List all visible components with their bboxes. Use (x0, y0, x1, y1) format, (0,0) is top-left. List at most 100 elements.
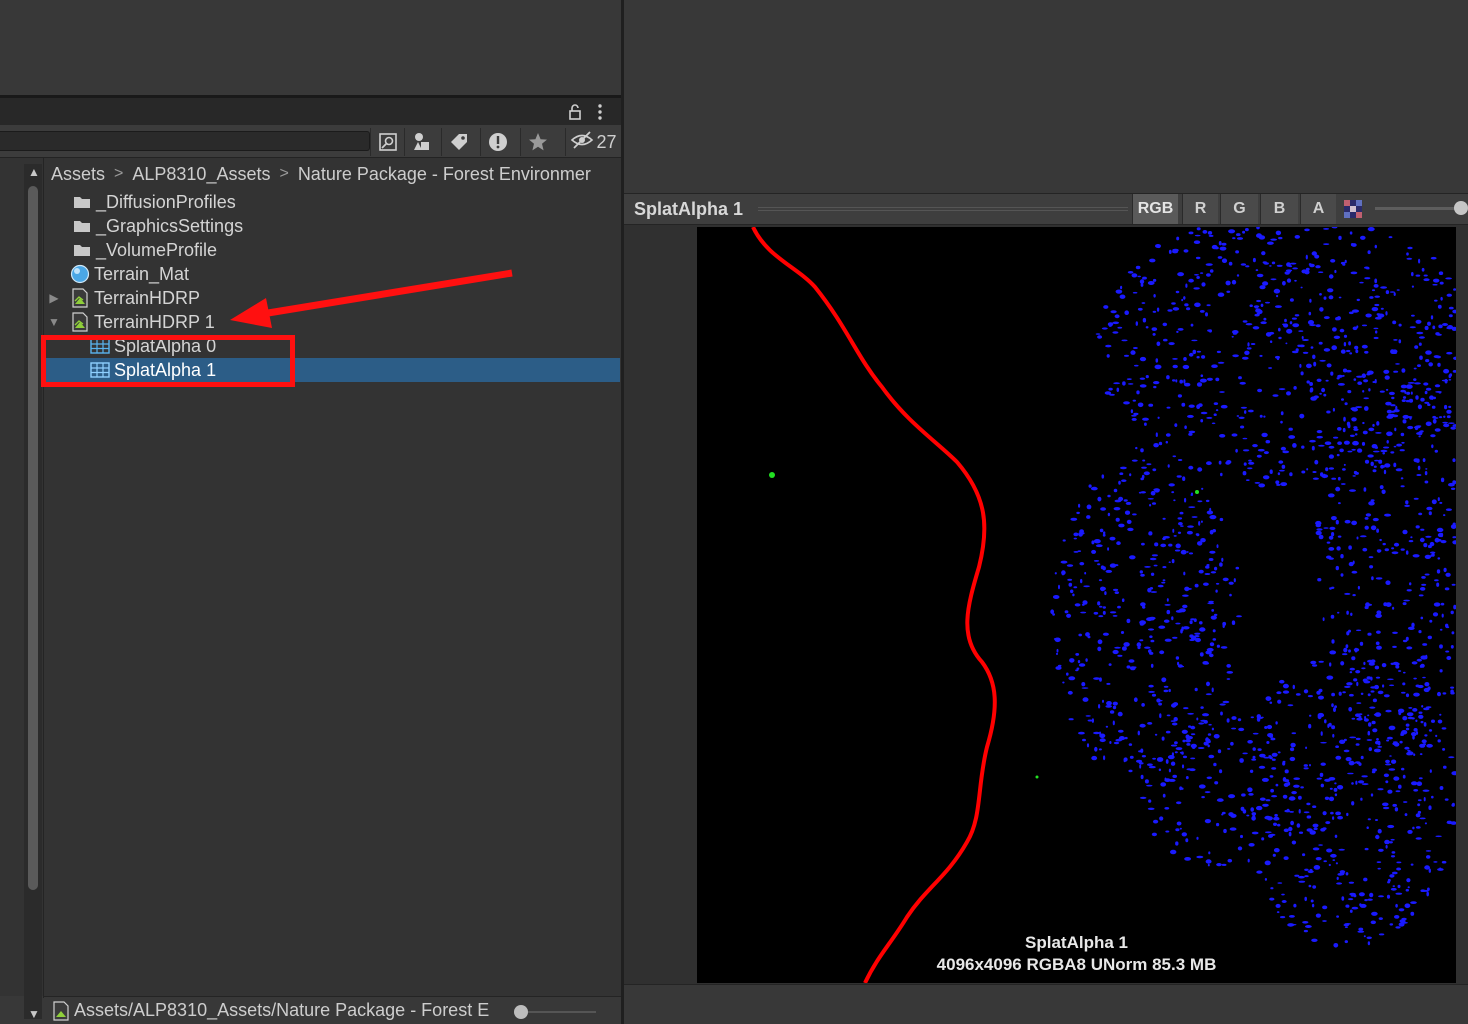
blue-speckle (1149, 557, 1157, 561)
blue-speckle (1393, 370, 1399, 373)
blue-speckle (1205, 499, 1210, 503)
blue-speckle (1348, 898, 1354, 901)
blue-speckle (1235, 250, 1239, 254)
blue-speckle (1393, 292, 1396, 296)
foldout-expanded-icon[interactable]: ▼ (47, 315, 61, 329)
icon-size-slider-knob[interactable] (514, 1005, 528, 1019)
scroll-up-icon[interactable]: ▲ (26, 164, 42, 180)
blue-speckle (1443, 514, 1446, 517)
blue-speckle (1293, 903, 1297, 908)
blue-speckle (1348, 707, 1353, 712)
blue-speckle (1428, 729, 1433, 732)
blue-speckle (1406, 589, 1412, 592)
tree-item-diffusion-profiles[interactable]: _DiffusionProfiles (44, 190, 620, 214)
filter-by-log-button[interactable] (480, 128, 514, 156)
blue-speckle (1197, 747, 1205, 749)
blue-speckle (1411, 314, 1415, 317)
blue-speckle (1409, 326, 1416, 329)
blue-speckle (1186, 768, 1193, 771)
mip-slider-knob[interactable] (1454, 201, 1468, 215)
blue-speckle (1368, 427, 1375, 432)
blue-speckle (1381, 663, 1387, 668)
blue-speckle (1159, 816, 1164, 821)
blue-speckle (1354, 345, 1359, 350)
blue-speckle (1245, 479, 1250, 481)
filter-by-label-button[interactable] (441, 128, 475, 156)
channel-g-button[interactable]: G (1220, 194, 1258, 224)
blue-speckle (1379, 390, 1385, 393)
mip-slider[interactable] (1375, 207, 1461, 210)
blue-speckle (1164, 638, 1172, 642)
blue-speckle (1407, 425, 1414, 430)
blue-speckle (1408, 707, 1413, 709)
blue-speckle (1424, 325, 1429, 331)
blue-speckle (1330, 371, 1334, 376)
channel-a-button[interactable]: A (1300, 194, 1336, 224)
blue-speckle (1367, 693, 1371, 697)
breadcrumb-item-assets[interactable]: Assets (51, 164, 105, 185)
blue-speckle (1168, 483, 1175, 487)
tree-item-terrain-hdrp[interactable]: ▶ TerrainHDRP (44, 286, 620, 310)
blue-speckle (1068, 676, 1076, 681)
blue-speckle (1213, 413, 1217, 416)
blue-speckle (1165, 759, 1169, 764)
blue-speckle (1314, 459, 1319, 465)
tree-item-volume-profile[interactable]: _VolumeProfile (44, 238, 620, 262)
blue-speckle (1425, 535, 1432, 538)
blue-speckle (1423, 382, 1429, 386)
tree-item-terrain-hdrp-1[interactable]: ▼ TerrainHDRP 1 (44, 310, 620, 334)
breadcrumb-item-alp8310[interactable]: ALP8310_Assets (132, 164, 270, 185)
tree-scrollbar-thumb[interactable] (28, 186, 38, 890)
blue-speckle (1267, 241, 1274, 245)
blue-speckle (1364, 350, 1369, 354)
blue-speckle (1062, 681, 1065, 684)
blue-speckle (1404, 903, 1411, 908)
blue-speckle (1318, 444, 1325, 447)
search-input[interactable] (0, 131, 370, 151)
tree-item-graphics-settings[interactable]: _GraphicsSettings (44, 214, 620, 238)
texture-preview[interactable] (697, 227, 1456, 983)
breadcrumb-item-nature-package[interactable]: Nature Package - Forest Environmer (298, 164, 591, 185)
blue-speckle (1242, 471, 1247, 476)
blue-speckle (1419, 355, 1423, 360)
blue-speckle (1387, 878, 1391, 882)
blue-speckle (1206, 304, 1211, 307)
blue-speckle (1213, 734, 1220, 739)
favorites-button[interactable] (520, 128, 554, 156)
preview-drag-handle[interactable] (758, 207, 1128, 211)
blue-speckle (1247, 342, 1250, 347)
tree-item-terrain-mat[interactable]: Terrain_Mat (44, 262, 620, 286)
blue-speckle (1147, 281, 1155, 285)
blue-speckle (1288, 435, 1296, 439)
blue-speckle (1200, 411, 1208, 415)
foldout-collapsed-icon[interactable]: ▶ (47, 291, 61, 305)
mip-level-icon[interactable] (1344, 200, 1362, 218)
blue-speckle (1228, 229, 1236, 234)
blue-speckle (1271, 758, 1276, 761)
lock-icon[interactable] (566, 103, 584, 121)
search-by-type-button[interactable] (370, 128, 404, 156)
scroll-down-icon[interactable]: ▼ (26, 1006, 42, 1022)
blue-speckle (1332, 816, 1335, 820)
blue-speckle (1450, 645, 1454, 649)
blue-speckle (1139, 622, 1144, 626)
more-options-icon[interactable] (592, 103, 608, 121)
channel-b-button[interactable]: B (1260, 194, 1298, 224)
blue-speckle (1118, 523, 1125, 528)
blue-speckle (1404, 746, 1410, 750)
blue-speckle (1280, 420, 1283, 424)
hidden-packages-toggle[interactable]: 27 (565, 128, 621, 156)
channel-rgb-button[interactable]: RGB (1132, 194, 1178, 224)
blue-speckle (1340, 661, 1345, 666)
filter-by-type-button[interactable] (404, 128, 438, 156)
blue-speckle (1203, 741, 1209, 746)
blue-speckle (1380, 307, 1384, 310)
blue-speckle (1099, 605, 1103, 608)
blue-speckle (1262, 261, 1267, 264)
blue-speckle (1348, 545, 1352, 550)
blue-speckle (1139, 356, 1147, 362)
icon-size-slider[interactable] (520, 1011, 596, 1013)
blue-speckle (1182, 594, 1189, 597)
channel-r-button[interactable]: R (1182, 194, 1218, 224)
blue-speckle (1319, 359, 1326, 362)
